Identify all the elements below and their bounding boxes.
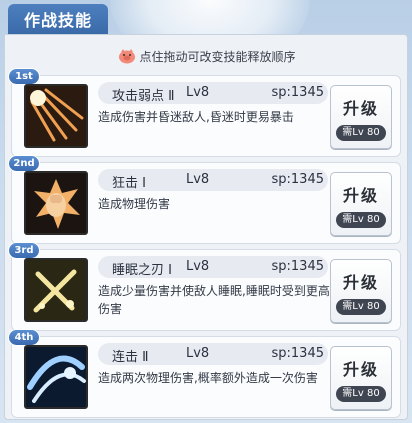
upgrade-button[interactable]: 升级 需Lv 80 [330, 259, 392, 323]
drag-hint: 点住拖动可改变技能释放顺序 [5, 45, 409, 67]
sleep-blade-icon [24, 258, 88, 322]
rank-badge: 2nd [8, 155, 40, 172]
skill-info-bar: 连击 Ⅱ Lv8 sp:1345 [98, 343, 328, 365]
level-requirement: 需Lv 80 [336, 386, 386, 402]
panel-title-tab[interactable]: 作战技能 [8, 4, 108, 34]
upgrade-button[interactable]: 升级 需Lv 80 [330, 85, 392, 149]
skill-info-bar: 狂击 Ⅰ Lv8 sp:1345 [98, 169, 328, 191]
upgrade-button[interactable]: 升级 需Lv 80 [330, 172, 392, 236]
combo-strike-icon [24, 345, 88, 409]
skill-card[interactable]: 3rd 睡眠之刃 Ⅰ Lv8 sp:1345 造成少量伤害并使敌人睡眠,睡眠时受… [8, 242, 401, 331]
skill-name: 睡眠之刃 Ⅰ [112, 263, 172, 278]
level-requirement: 需Lv 80 [336, 125, 386, 141]
skill-level: Lv8 [186, 85, 210, 100]
skill-name: 攻击弱点 Ⅱ [112, 89, 175, 104]
weak-point-strike-icon [24, 84, 88, 148]
drag-hint-text: 点住拖动可改变技能释放顺序 [139, 49, 296, 64]
skill-card[interactable]: 1st 攻击弱点 Ⅱ Lv8 sp:1345 造成伤害并昏迷敌人,昏迷时更易暴击… [8, 68, 401, 157]
upgrade-button[interactable]: 升级 需Lv 80 [330, 346, 392, 410]
skill-sp: sp:1345 [271, 259, 325, 274]
rank-badge: 3rd [8, 242, 40, 259]
frenzy-strike-icon [24, 171, 88, 235]
level-requirement: 需Lv 80 [336, 299, 386, 315]
skill-description: 造成物理伤害 [98, 197, 171, 211]
skill-card[interactable]: 4th 连击 Ⅱ Lv8 sp:1345 造成两次物理伤害,概率额外造成一次伤害… [8, 329, 401, 418]
skill-name: 连击 Ⅱ [112, 350, 149, 365]
skill-level: Lv8 [186, 346, 210, 361]
skills-panel: 点住拖动可改变技能释放顺序 1st 攻击弱点 Ⅱ Lv8 sp:1345 造成伤… [4, 34, 408, 420]
skill-name: 狂击 Ⅰ [112, 176, 146, 191]
rank-badge: 1st [8, 68, 40, 85]
skill-description: 造成少量伤害并使敌人睡眠,睡眠时受到更高伤害 [98, 284, 330, 316]
upgrade-label: 升级 [342, 273, 379, 292]
pig-mascot-icon [118, 48, 136, 64]
skill-description: 造成两次物理伤害,概率额外造成一次伤害 [98, 371, 318, 385]
skill-sp: sp:1345 [271, 346, 325, 361]
skill-level: Lv8 [186, 259, 210, 274]
skill-info-bar: 睡眠之刃 Ⅰ Lv8 sp:1345 [98, 256, 328, 278]
skill-info-bar: 攻击弱点 Ⅱ Lv8 sp:1345 [98, 82, 328, 104]
skill-card[interactable]: 2nd 狂击 Ⅰ Lv8 sp:1345 造成物理伤害 升级 需Lv 80 [8, 155, 401, 244]
rank-badge: 4th [8, 329, 40, 346]
skill-sp: sp:1345 [271, 172, 325, 187]
upgrade-label: 升级 [342, 99, 379, 118]
skill-level: Lv8 [186, 172, 210, 187]
skill-description: 造成伤害并昏迷敌人,昏迷时更易暴击 [98, 110, 294, 124]
skill-sp: sp:1345 [271, 85, 325, 100]
upgrade-label: 升级 [342, 186, 379, 205]
upgrade-label: 升级 [342, 360, 379, 379]
level-requirement: 需Lv 80 [336, 212, 386, 228]
